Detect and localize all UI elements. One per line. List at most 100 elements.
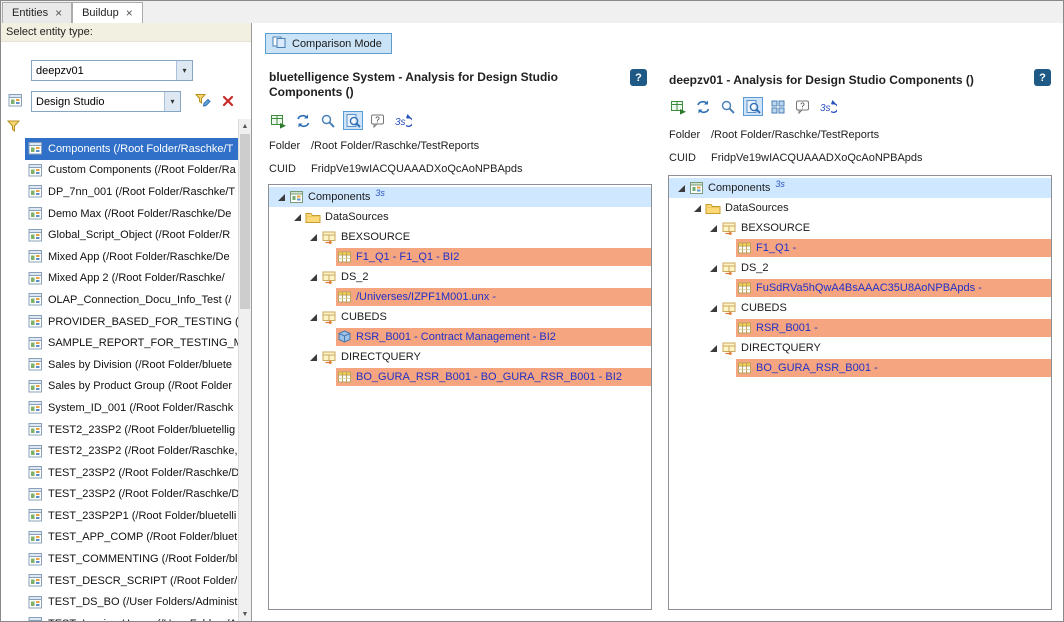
tree-item[interactable]: BEXSOURCE bbox=[269, 227, 651, 247]
filter-funnel-icon[interactable] bbox=[7, 120, 20, 132]
entity-list-item[interactable]: TEST_COMMENTING (/Root Folder/bl bbox=[1, 548, 238, 570]
sidebar-scrollbar[interactable]: ▲ ▼ bbox=[238, 119, 251, 621]
entity-list-item[interactable]: Sales by Product Group (/Root Folder bbox=[1, 376, 238, 398]
entity-label: TEST_23SP2P1 (/Root Folder/bluetelli bbox=[48, 510, 236, 522]
scrollbar-thumb[interactable] bbox=[240, 134, 250, 309]
row-gutter bbox=[1, 181, 25, 203]
cuid-label: CUID bbox=[269, 163, 311, 175]
expander-icon[interactable] bbox=[291, 213, 304, 222]
system-combo[interactable]: deepzv01 ▾ bbox=[31, 60, 193, 81]
tree-item[interactable]: F1_Q1 - F1_Q1 - BI2 bbox=[269, 247, 651, 267]
expander-icon[interactable] bbox=[307, 353, 320, 362]
expander-icon[interactable] bbox=[691, 204, 704, 213]
entity-list-item[interactable]: DP_7nn_001 (/Root Folder/Raschke/T bbox=[1, 181, 238, 203]
close-icon[interactable]: × bbox=[126, 7, 133, 19]
tree-item[interactable]: DIRECTQUERY bbox=[269, 347, 651, 367]
tree-item[interactable]: DataSources bbox=[269, 207, 651, 227]
expander-icon[interactable] bbox=[707, 224, 720, 233]
tree-item[interactable]: RSR_B001 - Contract Management - BI2 bbox=[269, 327, 651, 347]
chevron-down-icon[interactable]: ▾ bbox=[176, 61, 192, 80]
entity-list-item[interactable]: OLAP_Connection_Docu_Info_Test (/ bbox=[1, 289, 238, 311]
entity-list-item[interactable]: PROVIDER_BASED_FOR_TESTING (/F bbox=[1, 311, 238, 333]
entity-list-item[interactable]: TEST_DS_BO (/User Folders/Administ bbox=[1, 591, 238, 613]
entity-list-item[interactable]: TEST_APP_COMP (/Root Folder/bluet bbox=[1, 527, 238, 549]
row-gutter bbox=[1, 268, 25, 290]
zoom-icon[interactable] bbox=[318, 111, 338, 130]
export-table-icon[interactable] bbox=[668, 97, 688, 116]
scroll-up-icon[interactable]: ▲ bbox=[239, 119, 251, 133]
tree-item[interactable]: /Universes/IZPF1M001.unx - bbox=[269, 287, 651, 307]
entity-list-item[interactable]: Sales by Division (/Root Folder/bluete bbox=[1, 354, 238, 376]
tree-item[interactable]: DIRECTQUERY bbox=[669, 338, 1051, 358]
tree-item[interactable]: DS_2 bbox=[669, 258, 1051, 278]
help-bubble-icon[interactable]: ? bbox=[368, 111, 388, 130]
entity-list-item[interactable]: Demo Max (/Root Folder/Raschke/De bbox=[1, 203, 238, 225]
entity-list-item[interactable]: Custom Components (/Root Folder/Ra bbox=[1, 160, 238, 182]
entity-list-item[interactable]: Components (/Root Folder/Raschke/T bbox=[1, 138, 238, 160]
tree-item[interactable]: CUBEDS bbox=[269, 307, 651, 327]
tab-buildup[interactable]: Buildup × bbox=[72, 2, 143, 23]
tree-item[interactable]: BEXSOURCE bbox=[669, 218, 1051, 238]
refresh-3s-icon[interactable]: 3s bbox=[818, 97, 838, 116]
entity-type-combo[interactable]: Design Studio ▾ bbox=[31, 91, 181, 112]
entity-list-item[interactable]: TEST_DESCR_SCRIPT (/Root Folder/ bbox=[1, 570, 238, 592]
tree-item[interactable]: F1_Q1 - bbox=[669, 238, 1051, 258]
entity-list-item[interactable]: TEST_23SP2 (/Root Folder/Raschke/D bbox=[1, 484, 238, 506]
tree-item[interactable]: RSR_B001 - bbox=[669, 318, 1051, 338]
chevron-down-icon[interactable]: ▾ bbox=[164, 92, 180, 111]
entity-list-item[interactable]: System_ID_001 (/Root Folder/Raschk bbox=[1, 397, 238, 419]
tab-entities[interactable]: Entities × bbox=[2, 2, 72, 23]
tab-label: Entities bbox=[12, 7, 48, 19]
expander-icon[interactable] bbox=[275, 193, 288, 202]
zoom-document-icon[interactable] bbox=[743, 97, 763, 116]
folder-label: Folder bbox=[269, 140, 311, 152]
expander-icon[interactable] bbox=[707, 304, 720, 313]
entity-list-item[interactable]: TEST2_23SP2 (/Root Folder/Raschke, bbox=[1, 440, 238, 462]
export-table-icon[interactable] bbox=[268, 111, 288, 130]
entity-label: TEST_Lumira_Usage (/User Folders/A bbox=[48, 618, 237, 621]
tree-item[interactable]: Components3s bbox=[669, 178, 1051, 198]
transfer-arrows-icon[interactable] bbox=[293, 111, 313, 130]
comparison-mode-button[interactable]: Comparison Mode bbox=[265, 33, 392, 54]
expander-icon[interactable] bbox=[307, 273, 320, 282]
tree-item[interactable]: FuSdRVa5hQwA4BsAAAC35U8AoNPBApds - bbox=[669, 278, 1051, 298]
entity-list-item[interactable]: SAMPLE_REPORT_FOR_TESTING_M ( bbox=[1, 332, 238, 354]
expander-icon[interactable] bbox=[707, 344, 720, 353]
expander-icon[interactable] bbox=[307, 233, 320, 242]
entity-list-item[interactable]: Global_Script_Object (/Root Folder/R bbox=[1, 224, 238, 246]
close-icon[interactable]: × bbox=[55, 7, 62, 19]
folder-icon bbox=[305, 210, 321, 224]
grid-icon[interactable] bbox=[768, 97, 788, 116]
zoom-document-icon[interactable] bbox=[343, 111, 363, 130]
help-button[interactable]: ? bbox=[630, 69, 647, 86]
row-gutter bbox=[1, 613, 25, 621]
tree-item[interactable]: BO_GURA_RSR_B001 - BO_GURA_RSR_B001 - BI… bbox=[269, 367, 651, 387]
entity-list-item[interactable]: TEST_23SP2 (/Root Folder/Raschke/D bbox=[1, 462, 238, 484]
entity-list-item[interactable]: Mixed App 2 (/Root Folder/Raschke/ bbox=[1, 268, 238, 290]
entity-list-item[interactable]: Mixed App (/Root Folder/Raschke/De bbox=[1, 246, 238, 268]
expander-icon[interactable] bbox=[307, 313, 320, 322]
entity-list-item[interactable]: TEST_23SP2P1 (/Root Folder/bluetelli bbox=[1, 505, 238, 527]
scroll-down-icon[interactable]: ▼ bbox=[239, 607, 251, 621]
filter-edit-icon[interactable] bbox=[195, 93, 211, 108]
tree-item[interactable]: DataSources bbox=[669, 198, 1051, 218]
clear-filter-icon[interactable] bbox=[222, 95, 234, 107]
tree-item[interactable]: CUBEDS bbox=[669, 298, 1051, 318]
expander-icon[interactable] bbox=[675, 184, 688, 193]
refresh-3s-icon[interactable]: 3s bbox=[393, 111, 413, 130]
entity-label: TEST_DESCR_SCRIPT (/Root Folder/ bbox=[48, 575, 237, 587]
tree-item[interactable]: Components3s bbox=[269, 187, 651, 207]
expander-icon[interactable] bbox=[707, 264, 720, 273]
entity-label: TEST_COMMENTING (/Root Folder/bl bbox=[48, 553, 237, 565]
tree-item[interactable]: BO_GURA_RSR_B001 - bbox=[669, 358, 1051, 378]
entity-list-item[interactable]: TEST_Lumira_Usage (/User Folders/A bbox=[1, 613, 238, 621]
help-bubble-icon[interactable]: ? bbox=[793, 97, 813, 116]
help-button[interactable]: ? bbox=[1034, 69, 1051, 86]
design-studio-icon bbox=[28, 422, 43, 437]
cube-icon bbox=[337, 330, 352, 344]
zoom-icon[interactable] bbox=[718, 97, 738, 116]
comparison-pages-icon bbox=[271, 35, 287, 52]
transfer-arrows-icon[interactable] bbox=[693, 97, 713, 116]
tree-item[interactable]: DS_2 bbox=[269, 267, 651, 287]
entity-list-item[interactable]: TEST2_23SP2 (/Root Folder/bluetellig bbox=[1, 419, 238, 441]
